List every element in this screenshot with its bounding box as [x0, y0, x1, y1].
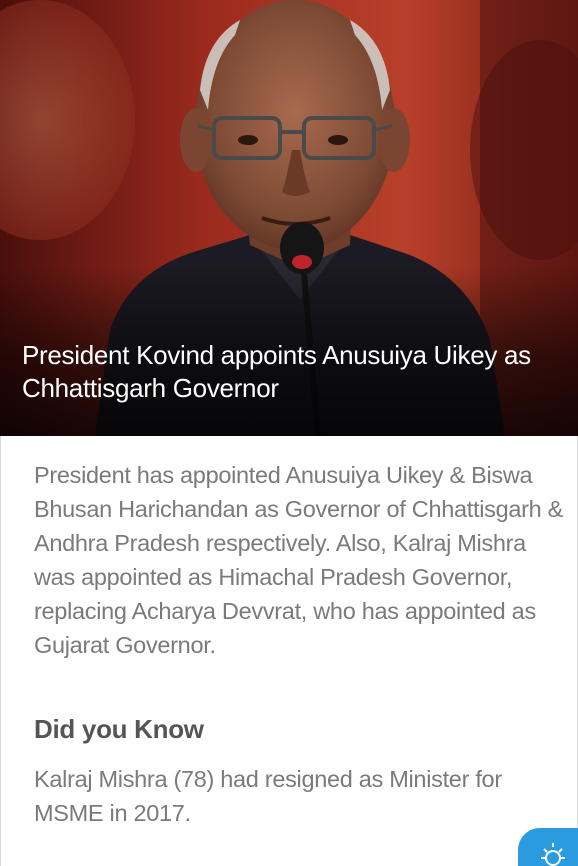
hero-image: President Kovind appoints Anusuiya Uikey…: [0, 0, 578, 436]
brightness-toggle-button[interactable]: [518, 828, 578, 866]
article-body: President has appointed Anusuiya Uikey &…: [0, 436, 578, 866]
did-you-know-text: Kalraj Mishra (78) had resigned as Minis…: [34, 766, 502, 826]
article-headline[interactable]: President Kovind appoints Anusuiya Uikey…: [22, 339, 552, 405]
sun-icon: [541, 843, 565, 866]
did-you-know-heading: Did you Know: [34, 714, 204, 744]
article-summary: President has appointed Anusuiya Uikey &…: [34, 462, 564, 658]
news-card: President Kovind appoints Anusuiya Uikey…: [0, 0, 578, 866]
